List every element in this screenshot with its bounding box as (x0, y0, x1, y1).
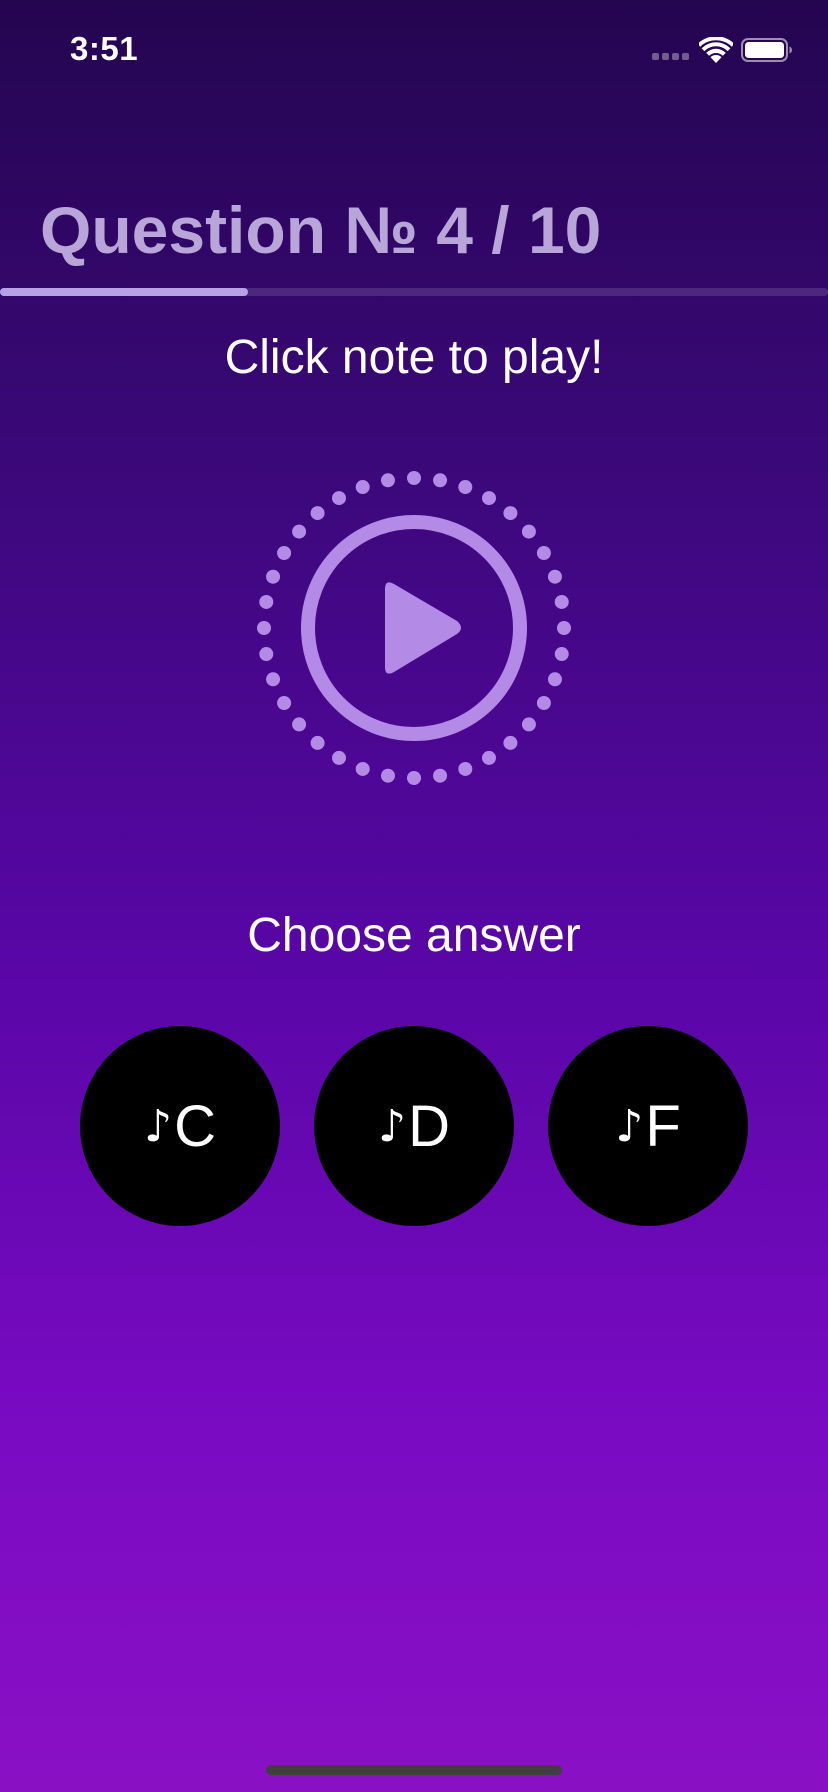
ring-dot (257, 621, 271, 635)
ring-dot (277, 546, 292, 560)
ring-dot (482, 750, 496, 765)
play-note-button[interactable] (252, 462, 576, 786)
ring-dot (458, 761, 473, 776)
ring-dot (536, 696, 551, 710)
answer-button-f[interactable]: ♪ F (548, 1026, 748, 1226)
progress-fill (0, 288, 249, 296)
ring-dot (310, 735, 325, 750)
ring-dot (557, 621, 571, 635)
ring-dot (332, 750, 346, 765)
ring-dot (266, 672, 281, 687)
battery-icon (741, 38, 792, 62)
ring-dot (433, 768, 448, 783)
ring-dot (547, 569, 562, 584)
question-title: Question № 4 / 10 (40, 193, 602, 267)
ring-dot (521, 524, 536, 539)
answer-button-c[interactable]: ♪ C (80, 1026, 280, 1226)
music-note-icon: ♪ (615, 1100, 644, 1152)
choose-answer-label: Choose answer (247, 909, 581, 962)
answer-label: F (645, 1093, 681, 1159)
ring-dot (380, 768, 395, 783)
answer-label: D (408, 1093, 450, 1159)
ring-dot (292, 524, 307, 539)
ring-dot (503, 506, 518, 521)
ring-dot (503, 735, 518, 750)
ring-dot (407, 471, 421, 485)
play-icon (385, 582, 461, 674)
ring-dot (536, 546, 551, 560)
ring-dot (482, 491, 496, 506)
ring-dot (266, 569, 281, 584)
ring-dot (332, 491, 346, 506)
answer-label: C (174, 1093, 216, 1159)
wifi-icon (699, 37, 733, 63)
answer-button-d[interactable]: ♪ D (314, 1026, 514, 1226)
ring-dot (458, 480, 473, 495)
ring-dot (259, 594, 274, 609)
ring-dot (380, 473, 395, 488)
ring-dot (554, 647, 569, 662)
ring-dot (433, 473, 448, 488)
ring-dot (292, 717, 307, 732)
ring-dot (277, 696, 292, 710)
ring-dot (355, 761, 370, 776)
ring-dot (407, 771, 421, 785)
progress-bar (0, 288, 828, 296)
music-note-icon: ♪ (378, 1100, 407, 1152)
ring-dot (259, 647, 274, 662)
status-bar: 3:51 (0, 0, 828, 100)
ring-dot (310, 506, 325, 521)
music-note-icon: ♪ (144, 1100, 173, 1152)
ring-dot (547, 672, 562, 687)
play-instruction: Click note to play! (224, 331, 604, 384)
ring-dot (355, 480, 370, 495)
ring-dot (521, 717, 536, 732)
ring-dot (554, 594, 569, 609)
signal-icon (652, 53, 690, 61)
dotted-ring (257, 471, 571, 785)
home-indicator[interactable] (266, 1765, 562, 1775)
status-time: 3:51 (70, 30, 139, 67)
